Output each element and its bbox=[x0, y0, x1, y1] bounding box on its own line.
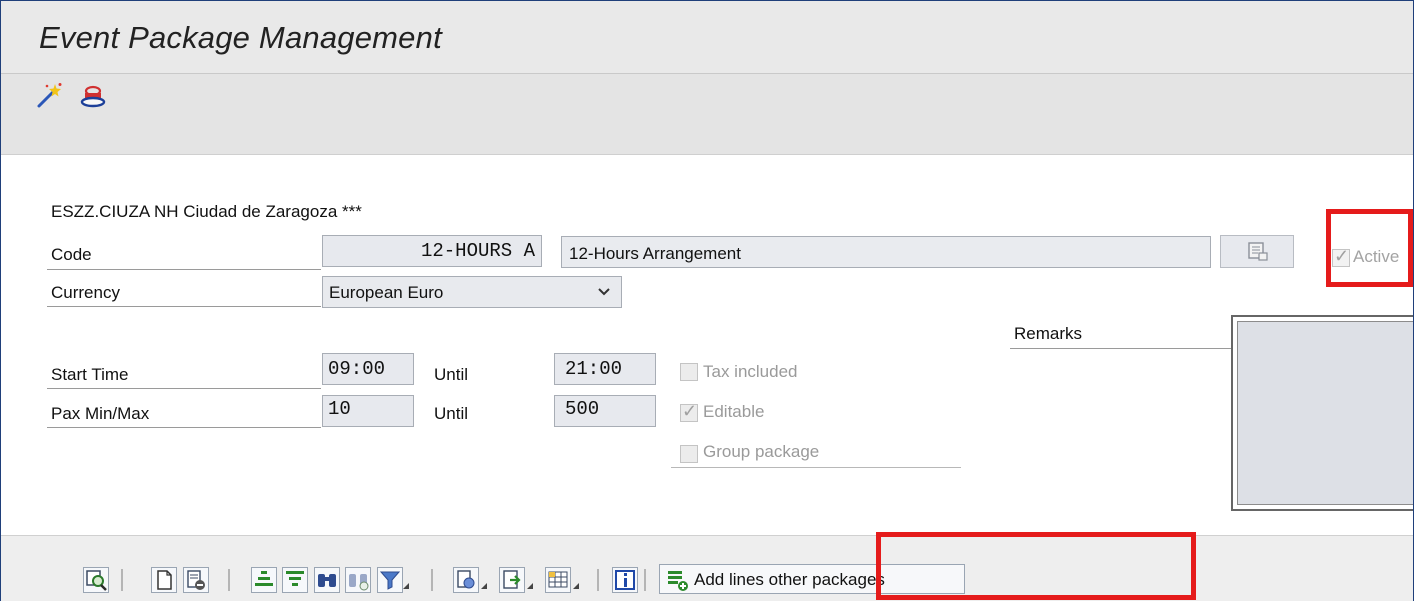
hotel-header: ESZZ.CIUZA NH Ciudad de Zaragoza *** bbox=[51, 202, 362, 221]
end-time-field[interactable]: 21:00 bbox=[554, 353, 656, 385]
checkmark-icon: ✓ bbox=[682, 401, 698, 421]
tax-included-checkbox[interactable] bbox=[680, 363, 698, 381]
checkbox-group-line bbox=[671, 467, 961, 468]
filter-button[interactable] bbox=[377, 567, 403, 593]
separator bbox=[121, 569, 123, 591]
separator bbox=[597, 569, 599, 591]
delete-row-icon bbox=[187, 570, 205, 590]
add-lines-label: Add lines other packages bbox=[694, 570, 885, 589]
grid-layout-icon bbox=[548, 571, 568, 588]
print-dropdown-icon[interactable] bbox=[481, 583, 487, 589]
pax-min-field[interactable]: 10 bbox=[322, 395, 414, 427]
add-lines-icon bbox=[668, 571, 688, 591]
remarks-frame bbox=[1231, 315, 1413, 511]
page-title: Event Package Management bbox=[39, 20, 442, 55]
pax-until-label: Until bbox=[434, 404, 469, 423]
document-icon bbox=[1248, 242, 1268, 261]
sort-ascending-icon bbox=[255, 571, 273, 586]
code-field[interactable]: 12-HOURS A bbox=[322, 235, 542, 267]
export-button[interactable] bbox=[499, 567, 525, 593]
print-preview-button[interactable] bbox=[453, 567, 479, 593]
application-toolbar bbox=[1, 74, 1413, 155]
object-services-icon[interactable] bbox=[79, 82, 107, 110]
pax-row-line bbox=[47, 427, 321, 428]
blank-page-icon bbox=[157, 570, 172, 590]
pax-label: Pax Min/Max bbox=[51, 404, 150, 423]
info-icon bbox=[615, 570, 635, 590]
layout-dropdown-icon[interactable] bbox=[573, 583, 579, 589]
pax-max-field[interactable]: 500 bbox=[554, 395, 656, 427]
sort-descending-icon bbox=[286, 571, 304, 586]
code-label: Code bbox=[51, 245, 92, 264]
editable-label: Editable bbox=[703, 402, 765, 421]
binoculars-icon bbox=[318, 574, 336, 587]
start-time-label: Start Time bbox=[51, 365, 129, 384]
export-icon bbox=[503, 570, 521, 589]
sort-ascending-button[interactable] bbox=[251, 567, 277, 593]
editable-checkbox[interactable]: ✓ bbox=[680, 401, 698, 422]
details-button[interactable] bbox=[83, 567, 109, 593]
remarks-row-line bbox=[1010, 348, 1232, 349]
magic-wand-icon[interactable] bbox=[35, 82, 63, 110]
currency-row-line bbox=[47, 306, 321, 307]
separator bbox=[644, 569, 646, 591]
export-dropdown-icon[interactable] bbox=[527, 583, 533, 589]
code-description-field[interactable]: 12-Hours Arrangement bbox=[561, 236, 1211, 268]
find-button[interactable] bbox=[314, 567, 340, 593]
chevron-down-icon bbox=[598, 288, 610, 296]
highlight-add-lines bbox=[876, 532, 1196, 600]
filter-icon bbox=[379, 571, 401, 590]
form-area: ESZZ.CIUZA NH Ciudad de Zaragoza *** Cod… bbox=[1, 155, 1413, 535]
group-package-label: Group package bbox=[703, 442, 820, 461]
group-package-checkbox[interactable] bbox=[680, 445, 698, 463]
find-next-button[interactable] bbox=[345, 567, 371, 593]
long-text-button[interactable] bbox=[1220, 235, 1294, 268]
separator bbox=[431, 569, 433, 591]
start-time-row-line bbox=[47, 388, 321, 389]
start-time-field[interactable]: 09:00 bbox=[322, 353, 414, 385]
find-next-icon bbox=[349, 574, 369, 591]
tax-included-label: Tax included bbox=[703, 362, 798, 381]
remarks-textarea[interactable] bbox=[1237, 321, 1413, 505]
create-button[interactable] bbox=[151, 567, 177, 593]
currency-label: Currency bbox=[51, 283, 120, 302]
remarks-label: Remarks bbox=[1014, 324, 1083, 343]
print-preview-icon bbox=[457, 570, 475, 589]
window-frame: Event Package Management ESZZ.CIUZA NH C… bbox=[0, 0, 1414, 601]
magnifier-icon bbox=[86, 570, 107, 591]
currency-dropdown[interactable]: European Euro bbox=[322, 276, 622, 308]
until-label: Until bbox=[434, 365, 469, 384]
layout-button[interactable] bbox=[545, 567, 571, 593]
delete-row-button[interactable] bbox=[183, 567, 209, 593]
sort-descending-button[interactable] bbox=[282, 567, 308, 593]
separator bbox=[228, 569, 230, 591]
filter-dropdown-icon[interactable] bbox=[403, 583, 409, 589]
code-row-line bbox=[47, 269, 321, 270]
highlight-active bbox=[1326, 209, 1413, 287]
currency-value: European Euro bbox=[329, 283, 444, 302]
information-button[interactable] bbox=[612, 567, 638, 593]
title-bar: Event Package Management bbox=[1, 1, 1413, 74]
